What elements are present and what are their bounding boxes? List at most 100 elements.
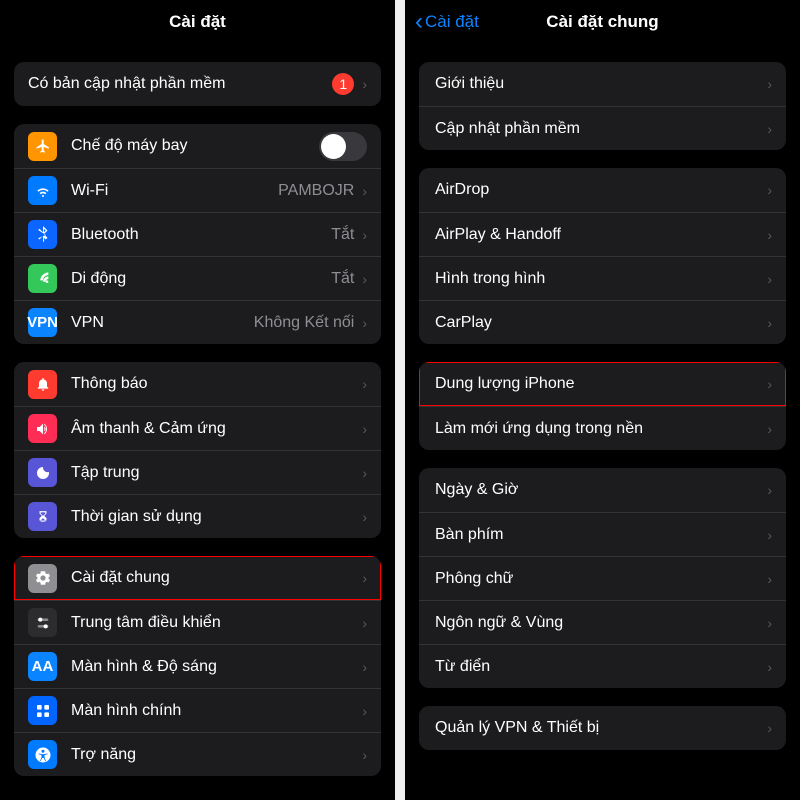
locale-group: Ngày & Giờ › Bàn phím › Phông chữ › Ngôn… xyxy=(419,468,786,688)
cellular-icon xyxy=(28,264,57,293)
airplane-toggle[interactable] xyxy=(319,132,367,161)
notifications-row[interactable]: Thông báo › xyxy=(14,362,381,406)
chevron-right-icon: › xyxy=(767,376,772,392)
bell-icon xyxy=(28,370,57,399)
keyboard-row[interactable]: Bàn phím › xyxy=(419,512,786,556)
focus-row[interactable]: Tập trung › xyxy=(14,450,381,494)
screentime-label: Thời gian sử dụng xyxy=(71,508,362,526)
about-row[interactable]: Giới thiệu › xyxy=(419,62,786,106)
chevron-right-icon: › xyxy=(362,509,367,525)
general-row[interactable]: Cài đặt chung › xyxy=(14,556,381,600)
chevron-right-icon: › xyxy=(362,227,367,243)
dictionary-label: Từ điển xyxy=(435,658,767,676)
vpn-row[interactable]: VPN VPN Không Kết nối › xyxy=(14,300,381,344)
fonts-label: Phông chữ xyxy=(435,570,767,588)
bluetooth-value: Tắt xyxy=(331,226,354,244)
airdrop-row[interactable]: AirDrop › xyxy=(419,168,786,212)
airplane-icon xyxy=(28,132,57,161)
chevron-right-icon: › xyxy=(362,659,367,675)
chevron-right-icon: › xyxy=(767,615,772,631)
chevron-right-icon: › xyxy=(362,703,367,719)
about-label: Giới thiệu xyxy=(435,75,767,93)
dictionary-row[interactable]: Từ điển › xyxy=(419,644,786,688)
cellular-value: Tắt xyxy=(331,270,354,288)
chevron-right-icon: › xyxy=(767,720,772,736)
connectivity-group: Chế độ máy bay Wi-Fi PAMBOJR › Bluetooth… xyxy=(14,124,381,344)
chevron-right-icon: › xyxy=(767,182,772,198)
settings-screen: Cài đặt Có bản cập nhật phần mềm 1 › Chế… xyxy=(0,0,395,800)
system-group-2: Cài đặt chung › Trung tâm điều khiển › A… xyxy=(14,556,381,776)
chevron-right-icon: › xyxy=(362,315,367,331)
storage-group: Dung lượng iPhone › Làm mới ứng dụng tro… xyxy=(419,362,786,450)
header: Cài đặt xyxy=(0,0,395,44)
chevron-right-icon: › xyxy=(362,376,367,392)
cellular-label: Di động xyxy=(71,270,331,288)
accessibility-label: Trợ năng xyxy=(71,746,362,764)
software-update-label: Có bản cập nhật phần mềm xyxy=(28,75,332,93)
airplay-row[interactable]: AirPlay & Handoff › xyxy=(419,212,786,256)
general-screen: ‹ Cài đặt Cài đặt chung Giới thiệu › Cập… xyxy=(405,0,800,800)
home-screen-label: Màn hình chính xyxy=(71,702,362,720)
cellular-row[interactable]: Di động Tắt › xyxy=(14,256,381,300)
software-update-row[interactable]: Có bản cập nhật phần mềm 1 › xyxy=(14,62,381,106)
chevron-right-icon: › xyxy=(767,527,772,543)
datetime-row[interactable]: Ngày & Giờ › xyxy=(419,468,786,512)
iphone-storage-label: Dung lượng iPhone xyxy=(435,375,767,393)
chevron-right-icon: › xyxy=(767,315,772,331)
chevron-right-icon: › xyxy=(362,76,367,92)
airplay-group: AirDrop › AirPlay & Handoff › Hình trong… xyxy=(419,168,786,344)
hourglass-icon xyxy=(28,502,57,531)
accessibility-icon xyxy=(28,740,57,769)
header: ‹ Cài đặt Cài đặt chung xyxy=(405,0,800,44)
wifi-icon xyxy=(28,176,57,205)
fonts-row[interactable]: Phông chữ › xyxy=(419,556,786,600)
control-center-label: Trung tâm điều khiển xyxy=(71,614,362,632)
display-label: Màn hình & Độ sáng xyxy=(71,658,362,676)
background-refresh-row[interactable]: Làm mới ứng dụng trong nền › xyxy=(419,406,786,450)
chevron-right-icon: › xyxy=(362,570,367,586)
notifications-label: Thông báo xyxy=(71,375,362,393)
pip-row[interactable]: Hình trong hình › xyxy=(419,256,786,300)
chevron-left-icon: ‹ xyxy=(415,10,423,34)
chevron-right-icon: › xyxy=(767,76,772,92)
toggle-knob xyxy=(321,134,346,159)
vpn-device-row[interactable]: Quản lý VPN & Thiết bị › xyxy=(419,706,786,750)
control-center-row[interactable]: Trung tâm điều khiển › xyxy=(14,600,381,644)
language-row[interactable]: Ngôn ngữ & Vùng › xyxy=(419,600,786,644)
sound-row[interactable]: Âm thanh & Cảm ứng › xyxy=(14,406,381,450)
iphone-storage-row[interactable]: Dung lượng iPhone › xyxy=(419,362,786,406)
general-label: Cài đặt chung xyxy=(71,569,362,587)
vpn-device-group: Quản lý VPN & Thiết bị › xyxy=(419,706,786,750)
page-title: Cài đặt xyxy=(169,12,226,32)
chevron-right-icon: › xyxy=(767,571,772,587)
home-screen-row[interactable]: Màn hình chính › xyxy=(14,688,381,732)
display-row[interactable]: AA Màn hình & Độ sáng › xyxy=(14,644,381,688)
text-size-icon: AA xyxy=(28,652,57,681)
system-group-1: Thông báo › Âm thanh & Cảm ứng › Tập tru… xyxy=(14,362,381,538)
software-update-row[interactable]: Cập nhật phần mềm › xyxy=(419,106,786,150)
chevron-right-icon: › xyxy=(362,183,367,199)
chevron-right-icon: › xyxy=(362,615,367,631)
wifi-label: Wi-Fi xyxy=(71,182,278,200)
keyboard-label: Bàn phím xyxy=(435,526,767,544)
wifi-row[interactable]: Wi-Fi PAMBOJR › xyxy=(14,168,381,212)
back-button[interactable]: ‹ Cài đặt xyxy=(415,10,479,34)
software-update-label: Cập nhật phần mềm xyxy=(435,120,767,138)
sliders-icon xyxy=(28,608,57,637)
carplay-row[interactable]: CarPlay › xyxy=(419,300,786,344)
back-label: Cài đặt xyxy=(425,12,479,32)
bluetooth-row[interactable]: Bluetooth Tắt › xyxy=(14,212,381,256)
pip-label: Hình trong hình xyxy=(435,270,767,288)
screentime-row[interactable]: Thời gian sử dụng › xyxy=(14,494,381,538)
bluetooth-icon xyxy=(28,220,57,249)
language-label: Ngôn ngữ & Vùng xyxy=(435,614,767,632)
chevron-right-icon: › xyxy=(767,227,772,243)
chevron-right-icon: › xyxy=(767,421,772,437)
airplane-mode-row[interactable]: Chế độ máy bay xyxy=(14,124,381,168)
chevron-right-icon: › xyxy=(362,747,367,763)
speaker-icon xyxy=(28,414,57,443)
accessibility-row[interactable]: Trợ năng › xyxy=(14,732,381,776)
background-refresh-label: Làm mới ứng dụng trong nền xyxy=(435,420,767,438)
sound-label: Âm thanh & Cảm ứng xyxy=(71,420,362,438)
bluetooth-label: Bluetooth xyxy=(71,226,331,244)
